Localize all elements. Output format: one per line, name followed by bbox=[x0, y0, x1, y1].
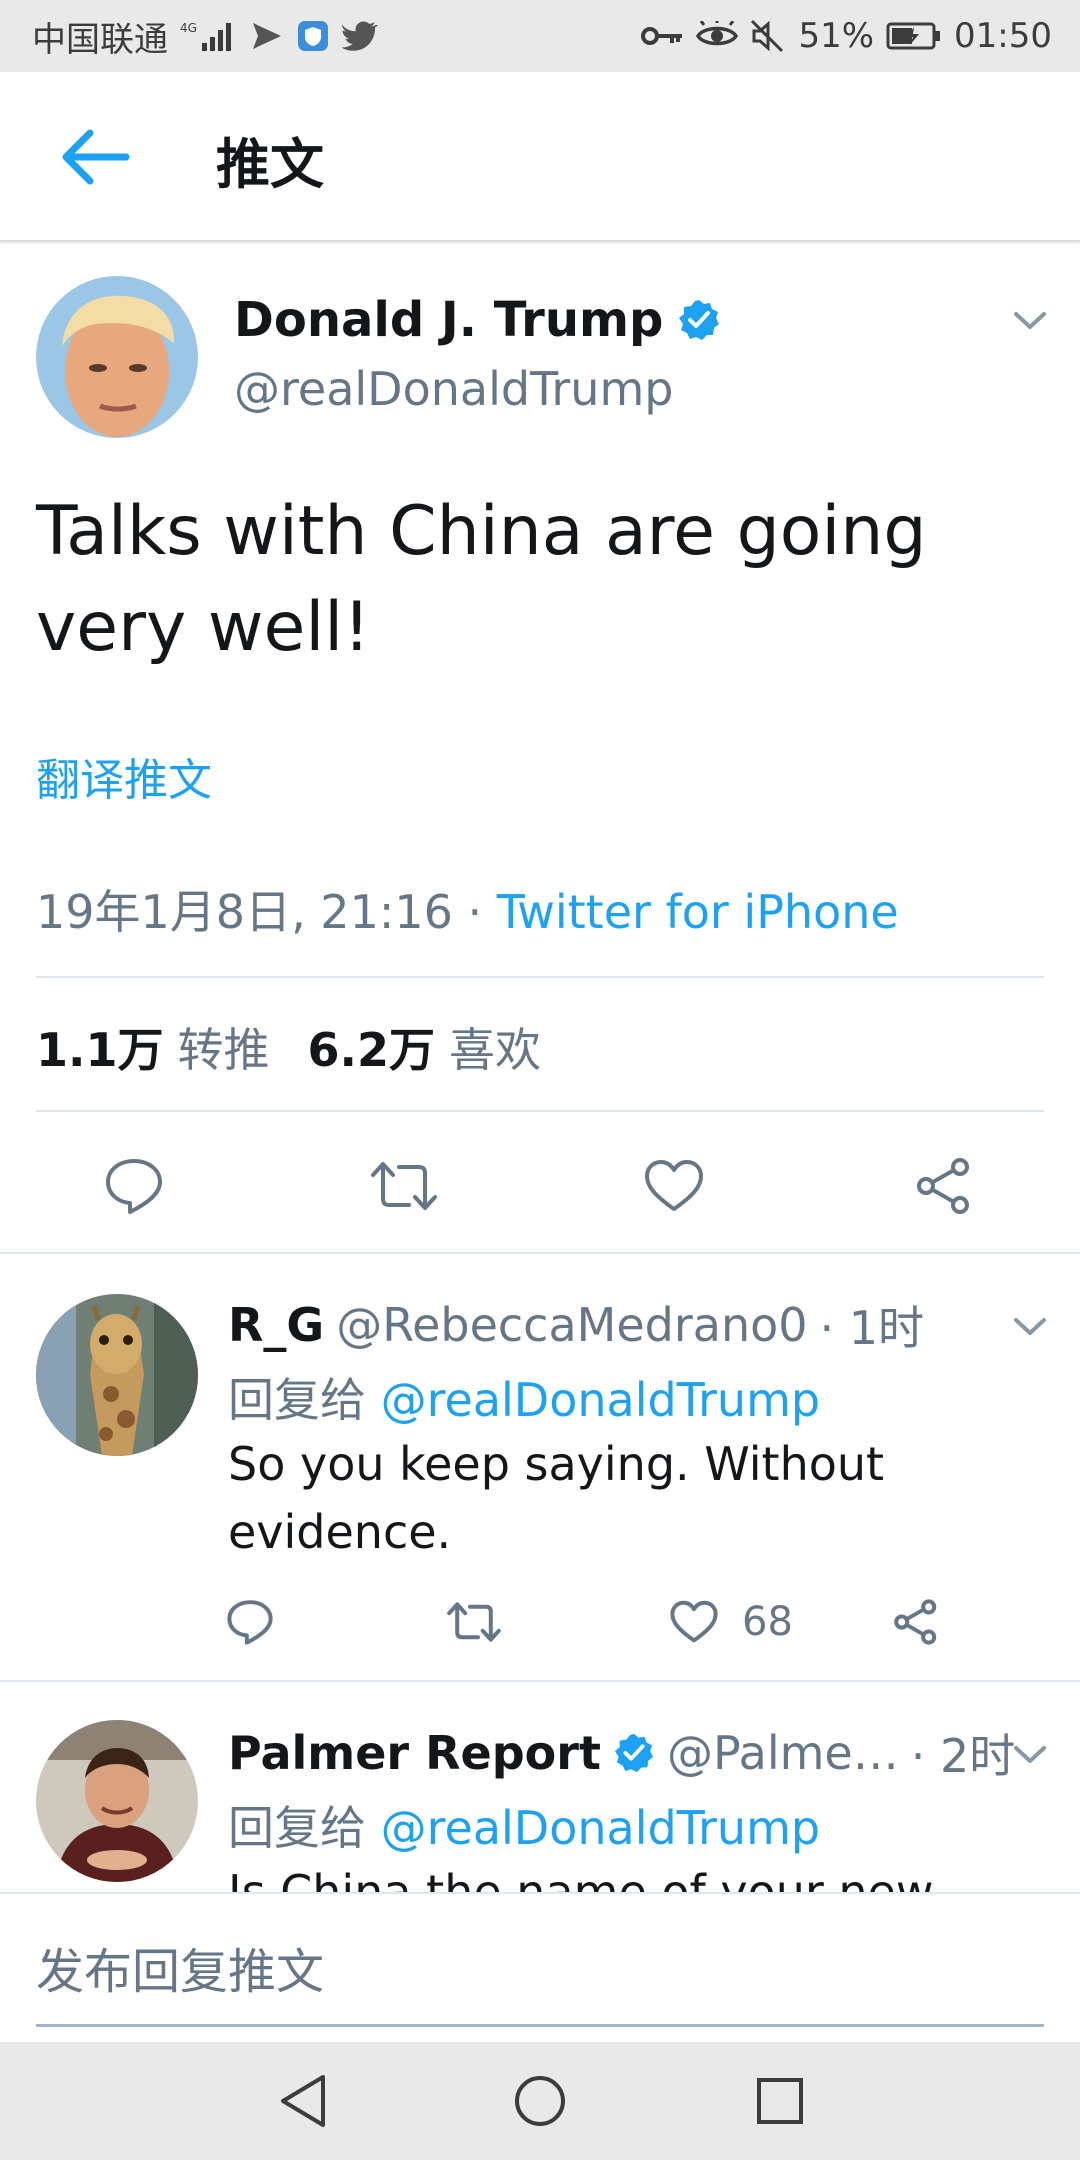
tweet-meta: 19年1月8日, 21:16 · Twitter for iPhone bbox=[36, 876, 899, 942]
chevron-down-icon[interactable] bbox=[1010, 1312, 1050, 1342]
meta-separator: · bbox=[452, 885, 497, 939]
reply-time: · 2时 bbox=[910, 1729, 1016, 1783]
retweet-icon bbox=[447, 1602, 501, 1642]
retweet-count[interactable]: 1.1万 bbox=[36, 1014, 164, 1080]
reply-icon bbox=[227, 1600, 273, 1645]
nav-back-button[interactable] bbox=[268, 2066, 338, 2136]
reply-author-name[interactable]: R_G bbox=[228, 1298, 324, 1352]
reply-icon bbox=[106, 1159, 162, 1214]
shield-app-icon bbox=[296, 19, 330, 53]
battery-percent: 51% bbox=[798, 16, 875, 56]
reply-to-mention[interactable]: @realDonaldTrump bbox=[381, 1801, 820, 1855]
retweet-button[interactable] bbox=[446, 1592, 502, 1652]
status-bar-right: 51% 01:50 bbox=[640, 16, 1052, 56]
share-button[interactable] bbox=[902, 1144, 986, 1228]
reply-to-prefix: 回复给 bbox=[228, 1373, 366, 1427]
heart-icon bbox=[645, 1160, 703, 1211]
divider bbox=[36, 1110, 1044, 1112]
reply-time: · 1时 bbox=[819, 1301, 925, 1355]
avatar[interactable] bbox=[36, 276, 198, 438]
divider bbox=[36, 976, 1044, 978]
retweet-button[interactable] bbox=[362, 1144, 446, 1228]
verified-badge-icon bbox=[677, 298, 721, 342]
tweet-actions bbox=[0, 1144, 1080, 1228]
carrier-name: 中国联通 bbox=[32, 19, 168, 60]
like-label[interactable]: 喜欢 bbox=[449, 1014, 541, 1080]
author-handle[interactable]: @realDonaldTrump bbox=[234, 362, 673, 416]
reply-header: R_G @RebeccaMedrano0 · 1时 bbox=[228, 1292, 924, 1358]
tweet-datetime: 19年1月8日, 21:16 bbox=[36, 885, 453, 939]
mute-icon bbox=[750, 19, 786, 53]
reply-author-handle[interactable]: @Palme… bbox=[667, 1726, 899, 1780]
signal-icon: 4G bbox=[180, 19, 238, 53]
tweet-stats: 1.1万 转推 6.2万 喜欢 bbox=[36, 1014, 579, 1080]
square-recents-icon bbox=[757, 2078, 803, 2124]
nav-recents-button[interactable] bbox=[745, 2066, 815, 2136]
retweet-label[interactable]: 转推 bbox=[178, 1014, 270, 1080]
app-header: 推文 bbox=[0, 72, 1080, 242]
reply-text: Is China the name of your new bbox=[228, 1865, 934, 1892]
reply-button[interactable] bbox=[226, 1592, 274, 1652]
reply-author-handle[interactable]: @RebeccaMedrano0 bbox=[336, 1298, 807, 1352]
back-button[interactable] bbox=[56, 122, 136, 192]
reply-actions: 68 bbox=[0, 1592, 1080, 1652]
reply-button[interactable] bbox=[92, 1144, 176, 1228]
arrow-left-icon bbox=[62, 129, 130, 185]
main-tweet: Donald J. Trump @realDonaldTrump Talks w… bbox=[0, 244, 1080, 1254]
chevron-down-icon[interactable] bbox=[1010, 306, 1050, 336]
author-row: Donald J. Trump bbox=[234, 292, 721, 348]
like-count: 68 bbox=[742, 1599, 793, 1645]
page-title: 推文 bbox=[216, 133, 324, 196]
author-name[interactable]: Donald J. Trump bbox=[234, 292, 663, 348]
reply-author-name[interactable]: Palmer Report bbox=[228, 1726, 601, 1780]
reply-composer: 发布回复推文 bbox=[0, 1892, 1080, 2042]
avatar[interactable] bbox=[36, 1294, 198, 1456]
system-nav-bar bbox=[0, 2042, 1080, 2160]
verified-badge-icon bbox=[613, 1732, 655, 1774]
reply-to-line: 回复给 @realDonaldTrump bbox=[228, 1364, 820, 1430]
status-bar: 中国联通 4G 51% 01:50 bbox=[0, 0, 1080, 72]
share-icon bbox=[917, 1158, 969, 1214]
like-count[interactable]: 6.2万 bbox=[308, 1014, 436, 1080]
heart-icon bbox=[670, 1600, 718, 1643]
reply-to-line: 回复给 @realDonaldTrump bbox=[228, 1792, 820, 1858]
like-button[interactable]: 68 bbox=[670, 1592, 793, 1652]
network-type-label: 4G bbox=[180, 21, 197, 35]
tweet-text: Talks with China are going very well! bbox=[36, 492, 927, 667]
reply-text: So you keep saying. Without evidence. bbox=[228, 1437, 885, 1559]
key-icon bbox=[640, 21, 684, 51]
reply-tweet[interactable]: R_G @RebeccaMedrano0 · 1时 回复给 @realDonal… bbox=[0, 1256, 1080, 1682]
reply-to-mention[interactable]: @realDonaldTrump bbox=[381, 1373, 820, 1427]
triangle-back-icon bbox=[281, 2075, 325, 2127]
avatar[interactable] bbox=[36, 1720, 198, 1882]
nav-home-button[interactable] bbox=[505, 2066, 575, 2136]
input-underline bbox=[36, 2024, 1044, 2027]
reply-tweet[interactable]: Palmer Report @Palme… · 2时 回复给 @realDona… bbox=[0, 1684, 1080, 1892]
chevron-down-icon[interactable] bbox=[1010, 1740, 1050, 1770]
circle-home-icon bbox=[515, 2076, 565, 2126]
send-icon bbox=[250, 19, 284, 53]
share-button[interactable] bbox=[892, 1592, 940, 1652]
status-bar-left: 中国联通 4G bbox=[32, 12, 378, 61]
reply-to-prefix: 回复给 bbox=[228, 1801, 366, 1855]
battery-charging-icon bbox=[886, 21, 942, 51]
translate-tweet-link[interactable]: 翻译推文 bbox=[36, 744, 212, 808]
eye-icon bbox=[696, 21, 739, 51]
clock: 01:50 bbox=[954, 16, 1052, 56]
share-icon bbox=[894, 1599, 937, 1645]
tweet-source-link[interactable]: Twitter for iPhone bbox=[497, 885, 899, 939]
reply-input[interactable]: 发布回复推文 bbox=[36, 1932, 324, 2002]
like-button[interactable] bbox=[632, 1144, 716, 1228]
reply-header: Palmer Report @Palme… · 2时 bbox=[228, 1720, 1015, 1786]
twitter-bird-icon bbox=[342, 21, 378, 51]
retweet-icon bbox=[371, 1162, 437, 1210]
